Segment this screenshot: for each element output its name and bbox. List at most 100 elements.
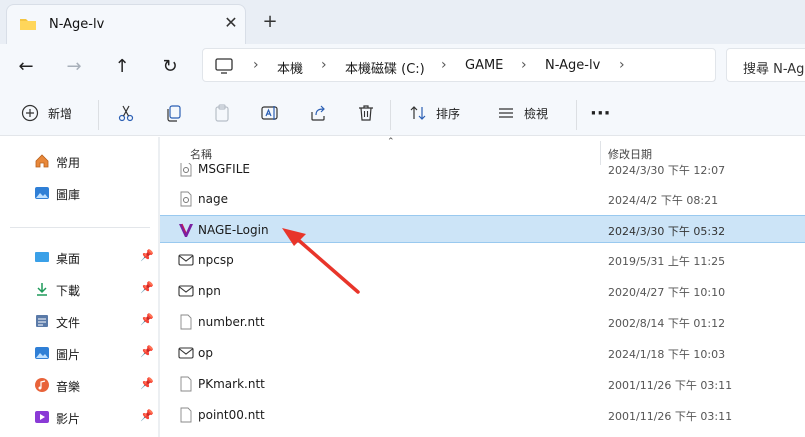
view-button[interactable]: 檢視 — [496, 100, 548, 126]
sidebar-label: 下載 — [56, 284, 81, 298]
command-bar: 新增 排序 檢視 ··· — [0, 90, 805, 136]
more-options-button[interactable]: ··· — [590, 100, 611, 126]
breadcrumb-separator-icon: › — [253, 57, 259, 73]
nage-app-icon — [179, 223, 193, 237]
column-header-name[interactable]: 名稱 — [190, 146, 212, 162]
tab-title: N-Age-lv — [49, 17, 105, 32]
rename-button[interactable] — [260, 100, 280, 126]
sidebar-item-gallery[interactable]: 圖庫 — [0, 181, 160, 207]
sidebar-item-downloads[interactable]: 下載 📌 — [0, 277, 160, 303]
breadcrumb-this-pc[interactable]: 本機 — [277, 58, 303, 77]
file-name: nage — [198, 192, 228, 206]
sidebar-label: 圖片 — [56, 348, 81, 362]
blank-file-icon — [180, 407, 192, 423]
gallery-icon — [35, 187, 49, 199]
sidebar-label: 桌面 — [56, 252, 81, 266]
list-item[interactable]: PKmark.ntt 2001/11/26 下午 03:11 — [160, 370, 805, 398]
file-name: npcsp — [198, 253, 234, 267]
file-date: 2019/5/31 上午 11:25 — [608, 255, 726, 268]
file-name: npn — [198, 284, 221, 298]
pictures-icon — [35, 347, 49, 359]
sidebar-label: 常用 — [56, 156, 81, 170]
toolbar-divider — [390, 100, 391, 130]
sidebar-item-documents[interactable]: 文件 📌 — [0, 309, 160, 335]
paste-button[interactable] — [212, 100, 232, 126]
sort-button[interactable]: 排序 — [408, 100, 460, 126]
sidebar-label: 文件 — [56, 316, 81, 330]
videos-icon — [35, 411, 49, 423]
list-item[interactable]: number.ntt 2002/8/14 下午 01:12 — [160, 308, 805, 336]
blank-file-icon — [180, 314, 192, 330]
pin-icon: 📌 — [140, 409, 154, 422]
home-icon — [35, 154, 49, 168]
share-button[interactable] — [308, 100, 328, 126]
address-bar[interactable]: › 本機 › 本機磁碟 (C:) › GAME › N-Age-lv › — [202, 48, 716, 82]
list-item[interactable]: point00.ntt 2001/11/26 下午 03:11 — [160, 401, 805, 429]
folder-icon — [20, 19, 36, 30]
list-item-selected[interactable]: NAGE-Login 2024/3/30 下午 05:32 — [160, 215, 805, 243]
copy-button[interactable] — [164, 100, 184, 126]
documents-icon — [36, 315, 48, 327]
search-input[interactable]: 搜尋 N-Ag — [726, 48, 805, 82]
list-item[interactable]: npcsp 2019/5/31 上午 11:25 — [160, 246, 805, 274]
delete-button[interactable] — [356, 100, 376, 126]
back-button[interactable]: ← — [10, 52, 42, 82]
close-tab-icon[interactable]: ✕ — [221, 13, 241, 33]
mail-file-icon — [178, 347, 194, 359]
breadcrumb-n-age-lv[interactable]: N-Age-lv — [545, 58, 600, 73]
file-date: 2001/11/26 下午 03:11 — [608, 379, 733, 392]
refresh-button[interactable]: ↻ — [154, 52, 186, 82]
sidebar-item-videos[interactable]: 影片 📌 — [0, 405, 160, 431]
new-button[interactable]: 新增 — [20, 100, 72, 126]
list-item[interactable]: npn 2020/4/27 下午 10:10 — [160, 277, 805, 305]
file-name: point00.ntt — [198, 408, 265, 422]
breadcrumb-separator-icon: › — [321, 57, 327, 73]
sort-ascending-icon: ⌃ — [387, 137, 395, 147]
tab-n-age-lv[interactable]: N-Age-lv ✕ — [6, 4, 246, 44]
pin-icon: 📌 — [140, 281, 154, 294]
toolbar-divider — [98, 100, 99, 130]
sort-icon — [410, 106, 426, 120]
file-date: 2024/3/30 下午 12:07 — [608, 164, 726, 177]
view-icon — [499, 108, 513, 118]
column-header-date[interactable]: 修改日期 — [608, 146, 652, 162]
pin-icon: 📌 — [140, 377, 154, 390]
add-icon — [21, 104, 39, 122]
mail-file-icon — [178, 285, 194, 297]
file-date: 2024/4/2 下午 08:21 — [608, 194, 719, 207]
column-divider[interactable] — [600, 141, 601, 165]
music-icon — [35, 378, 49, 392]
sidebar-item-home[interactable]: 常用 — [0, 149, 160, 175]
navigation-pane: 常用 圖庫 桌面 📌 下載 📌 文件 📌 圖片 📌 音樂 📌 影片 📌 — [0, 137, 160, 437]
up-button[interactable]: ↑ — [106, 52, 138, 82]
breadcrumb-local-disk[interactable]: 本機磁碟 (C:) — [345, 58, 425, 77]
file-name: MSGFILE — [198, 162, 250, 176]
pin-icon: 📌 — [140, 313, 154, 326]
navigation-bar: ← → ↑ ↻ › 本機 › 本機磁碟 (C:) › GAME › N-Age-… — [0, 44, 805, 90]
sidebar-divider — [10, 227, 150, 228]
cut-button[interactable] — [116, 100, 136, 126]
sidebar-item-pictures[interactable]: 圖片 📌 — [0, 341, 160, 367]
forward-button[interactable]: → — [58, 52, 90, 82]
file-date: 2024/3/30 下午 05:32 — [608, 225, 726, 238]
file-date: 2002/8/14 下午 01:12 — [608, 317, 726, 330]
sidebar-item-music[interactable]: 音樂 📌 — [0, 373, 160, 399]
download-icon — [37, 283, 47, 296]
file-name: NAGE-Login — [198, 223, 269, 237]
breadcrumb-game[interactable]: GAME — [465, 58, 503, 73]
new-tab-button[interactable]: + — [258, 10, 282, 34]
file-date: 2024/1/18 下午 10:03 — [608, 348, 726, 361]
list-item[interactable]: nage 2024/4/2 下午 08:21 — [160, 185, 805, 213]
new-label: 新增 — [48, 106, 73, 121]
file-list: MSGFILE 2024/3/30 下午 12:07 ⌃ 名稱 修改日期 nag… — [160, 137, 805, 437]
settings-file-icon — [180, 191, 192, 207]
mail-file-icon — [178, 254, 194, 266]
computer-icon — [215, 58, 233, 74]
search-placeholder: 搜尋 N-Ag — [743, 62, 805, 77]
desktop-icon — [35, 252, 49, 262]
sidebar-label: 音樂 — [56, 380, 81, 394]
list-item[interactable]: op 2024/1/18 下午 10:03 — [160, 339, 805, 367]
breadcrumb-separator-icon: › — [619, 57, 625, 73]
sidebar-item-desktop[interactable]: 桌面 📌 — [0, 245, 160, 271]
sidebar-label: 圖庫 — [56, 188, 81, 202]
